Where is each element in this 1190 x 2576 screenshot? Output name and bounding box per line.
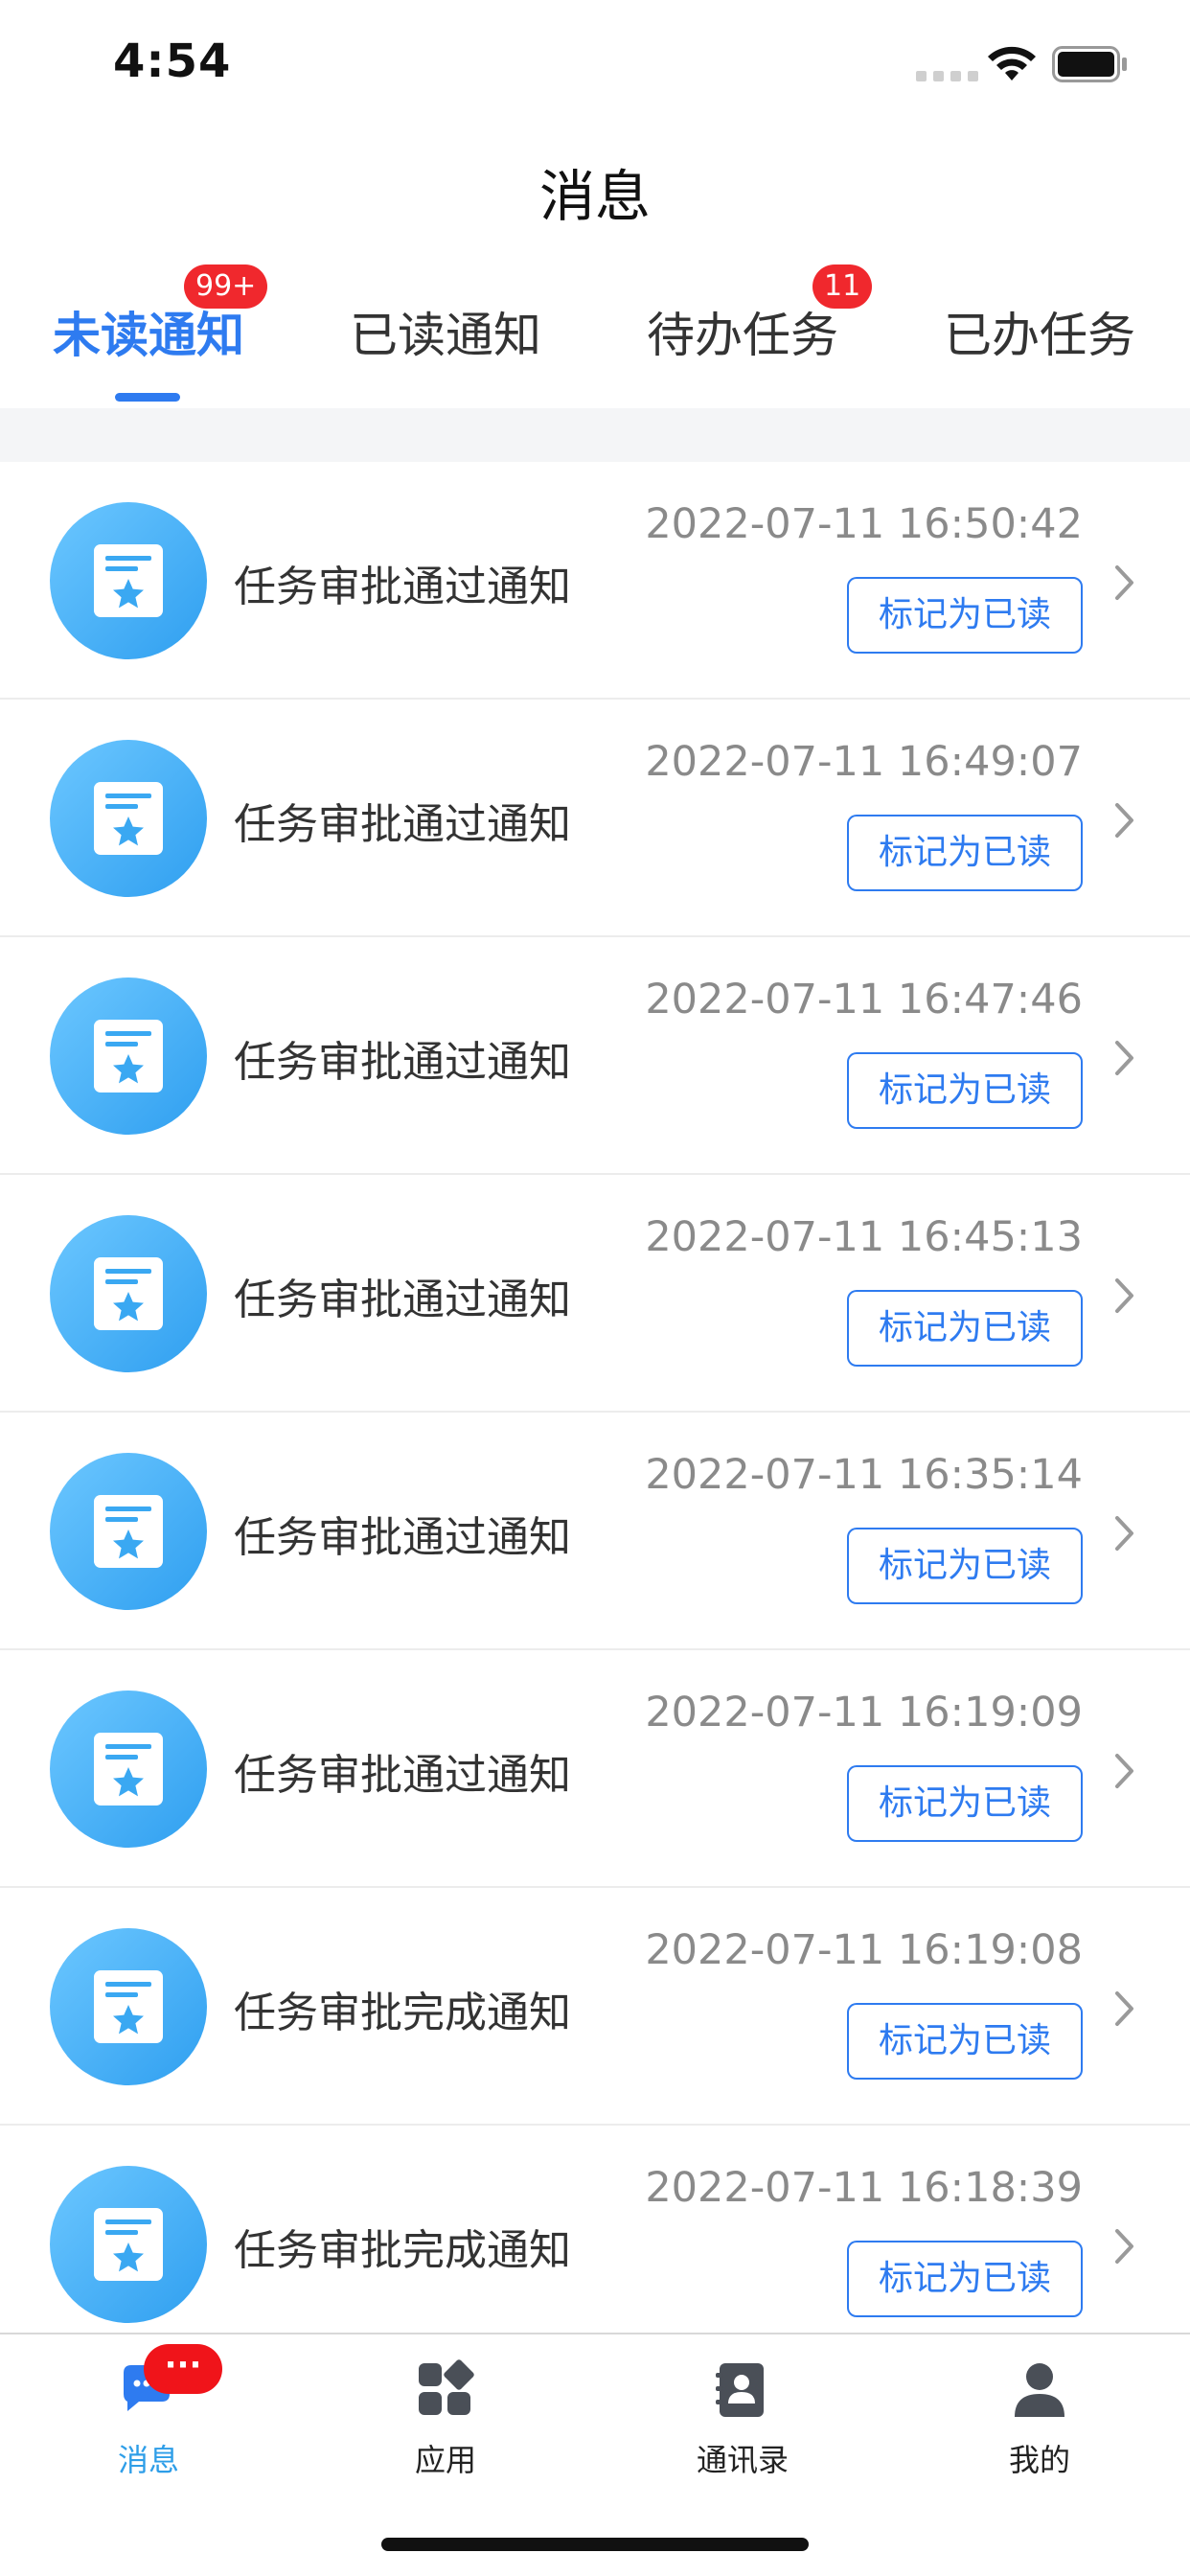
mark-as-read-button[interactable]: 标记为已读 [847, 1052, 1083, 1129]
notification-title: 任务审批通过通知 [234, 1751, 571, 1800]
tab-unread[interactable]: 未读通知 [0, 297, 297, 366]
person-icon [1015, 2363, 1064, 2417]
notification-avatar [50, 1453, 207, 1610]
mark-as-read-button[interactable]: 标记为已读 [847, 2241, 1083, 2317]
notification-row[interactable]: 任务审批通过通知 2022-07-11 16:19:09 标记为已读 [0, 1650, 1190, 1888]
notification-time: 2022-07-11 16:19:08 [645, 1926, 1083, 1974]
mark-as-read-button[interactable]: 标记为已读 [847, 2003, 1083, 2080]
notification-title: 任务审批通过通知 [234, 1276, 571, 1324]
contacts-book-icon [716, 2363, 764, 2417]
certificate-star-icon [94, 544, 163, 617]
notification-row[interactable]: 任务审批完成通知 2022-07-11 16:18:39 标记为已读 [0, 2126, 1190, 2333]
notification-time: 2022-07-11 16:45:13 [645, 1213, 1083, 1261]
notification-title: 任务审批通过通知 [234, 1513, 571, 1562]
certificate-star-icon [94, 1257, 163, 1330]
status-bar: 4:54 [0, 0, 1190, 128]
mark-as-read-button[interactable]: 标记为已读 [847, 1290, 1083, 1367]
section-divider [0, 408, 1190, 462]
chevron-right-icon [1115, 1991, 1133, 2026]
notification-time: 2022-07-11 16:47:46 [645, 976, 1083, 1024]
tab-done[interactable]: 已办任务 [891, 297, 1188, 366]
status-time: 4:54 [113, 34, 232, 88]
mark-as-read-button[interactable]: 标记为已读 [847, 577, 1083, 654]
messages-nav-badge: ··· [144, 2344, 222, 2394]
notification-avatar [50, 1215, 207, 1372]
home-indicator [381, 2538, 809, 2551]
notification-row[interactable]: 任务审批通过通知 2022-07-11 16:47:46 标记为已读 [0, 937, 1190, 1175]
chevron-right-icon [1115, 803, 1133, 838]
unread-count-badge: 99+ [184, 264, 268, 309]
notification-row[interactable]: 任务审批完成通知 2022-07-11 16:19:08 标记为已读 [0, 1888, 1190, 2126]
nav-label-messages: 消息 [117, 2442, 179, 2478]
chevron-right-icon [1115, 1516, 1133, 1551]
certificate-star-icon [94, 1970, 163, 2043]
notification-avatar [50, 1690, 207, 1848]
certificate-star-icon [94, 782, 163, 855]
apps-grid-icon [419, 2359, 474, 2415]
tab-read[interactable]: 已读通知 [297, 297, 594, 366]
todo-count-badge: 11 [812, 264, 873, 309]
notification-avatar [50, 978, 207, 1135]
notification-title: 任务审批完成通知 [234, 1989, 571, 2037]
mark-as-read-button[interactable]: 标记为已读 [847, 1765, 1083, 1842]
wifi-icon [988, 46, 1036, 80]
notification-title: 任务审批完成通知 [234, 2226, 571, 2275]
notification-title: 任务审批通过通知 [234, 563, 571, 611]
certificate-star-icon [94, 2208, 163, 2281]
nav-item-messages[interactable]: ··· 消息 [0, 2334, 297, 2526]
notification-time: 2022-07-11 16:35:14 [645, 1451, 1083, 1499]
notification-avatar [50, 1928, 207, 2085]
notification-title: 任务审批通过通知 [234, 800, 571, 849]
chevron-right-icon [1115, 565, 1133, 600]
nav-item-contacts[interactable]: 通讯录 [594, 2334, 891, 2526]
chevron-right-icon [1115, 1278, 1133, 1313]
mark-as-read-button[interactable]: 标记为已读 [847, 1528, 1083, 1604]
notification-title: 任务审批通过通知 [234, 1038, 571, 1087]
chevron-right-icon [1115, 1754, 1133, 1788]
nav-label-profile: 我的 [1008, 2442, 1070, 2478]
notification-row[interactable]: 任务审批通过通知 2022-07-11 16:50:42 标记为已读 [0, 462, 1190, 700]
page-title: 消息 [538, 164, 651, 229]
active-tab-indicator [115, 393, 180, 402]
notification-list: 任务审批通过通知 2022-07-11 16:50:42 标记为已读 任务审批通… [0, 462, 1190, 2333]
certificate-star-icon [94, 1020, 163, 1092]
nav-item-apps[interactable]: 应用 [297, 2334, 594, 2526]
nav-label-apps: 应用 [414, 2442, 476, 2478]
certificate-star-icon [94, 1733, 163, 1806]
notification-row[interactable]: 任务审批通过通知 2022-07-11 16:45:13 标记为已读 [0, 1175, 1190, 1413]
nav-item-profile[interactable]: 我的 [891, 2334, 1188, 2526]
notification-time: 2022-07-11 16:49:07 [645, 738, 1083, 786]
mark-as-read-button[interactable]: 标记为已读 [847, 815, 1083, 891]
notification-row[interactable]: 任务审批通过通知 2022-07-11 16:35:14 标记为已读 [0, 1413, 1190, 1650]
battery-icon [1052, 46, 1127, 82]
chevron-right-icon [1115, 2229, 1133, 2264]
nav-label-contacts: 通讯录 [696, 2442, 789, 2478]
tab-bar: 未读通知 99+ 已读通知 待办任务 11 已办任务 [0, 249, 1190, 407]
notification-row[interactable]: 任务审批通过通知 2022-07-11 16:49:07 标记为已读 [0, 700, 1190, 937]
messages-screen: 4:54 消息 未读通知 99+ 已读通知 待办任务 11 已办任务 任务审批通… [0, 0, 1190, 2576]
notification-avatar [50, 502, 207, 659]
notification-time: 2022-07-11 16:50:42 [645, 500, 1083, 548]
notification-time: 2022-07-11 16:19:09 [645, 1689, 1083, 1736]
cellular-signal-icon [916, 71, 978, 81]
notification-avatar [50, 2166, 207, 2323]
certificate-star-icon [94, 1495, 163, 1568]
chevron-right-icon [1115, 1041, 1133, 1075]
notification-avatar [50, 740, 207, 897]
notification-time: 2022-07-11 16:18:39 [645, 2164, 1083, 2212]
